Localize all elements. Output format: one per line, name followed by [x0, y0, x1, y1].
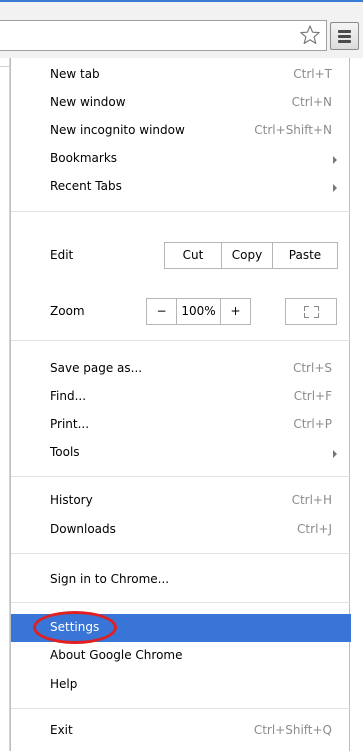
menu-item-shortcut: Ctrl+P: [293, 417, 332, 431]
zoom-out-button[interactable]: −: [147, 299, 177, 324]
page-divider: [0, 66, 10, 67]
menu-item-settings[interactable]: Settings: [11, 614, 351, 642]
menu-item-recent-tabs[interactable]: Recent Tabs: [11, 173, 351, 201]
menu-separator: [11, 602, 351, 603]
menu-item-label: New window: [50, 95, 126, 109]
menu-item-label: Downloads: [50, 522, 116, 536]
edit-button-group: Cut Copy Paste: [164, 242, 338, 269]
chrome-menu-button[interactable]: [330, 22, 359, 50]
submenu-arrow-icon: [333, 184, 337, 192]
menu-item-shortcut: Ctrl+H: [291, 493, 332, 507]
page-background: [0, 58, 10, 751]
menu-item-new-window[interactable]: New window Ctrl+N: [11, 89, 351, 117]
menu-separator: [11, 708, 351, 709]
menu-item-shortcut: Ctrl+F: [293, 389, 332, 403]
menu-item-save-page-as[interactable]: Save page as... Ctrl+S: [11, 355, 351, 383]
menu-item-label: Sign in to Chrome...: [50, 572, 170, 586]
menu-item-label: New incognito window: [50, 123, 185, 137]
menu-item-label: Bookmarks: [50, 151, 118, 165]
menu-separator: [11, 476, 351, 477]
menu-item-shortcut: Ctrl+J: [297, 522, 332, 536]
menu-item-print[interactable]: Print... Ctrl+P: [11, 411, 351, 439]
menu-item-label: New tab: [50, 67, 100, 81]
menu-item-label: Find...: [50, 389, 87, 403]
paste-button[interactable]: Paste: [273, 243, 337, 268]
cut-button[interactable]: Cut: [165, 243, 222, 268]
menu-separator: [11, 340, 351, 341]
menu-item-exit[interactable]: Exit Ctrl+Shift+Q: [11, 717, 351, 745]
menu-item-shortcut: Ctrl+N: [291, 95, 332, 109]
menu-separator: [11, 211, 351, 212]
zoom-label: Zoom: [50, 304, 85, 318]
menu-item-downloads[interactable]: Downloads Ctrl+J: [11, 516, 351, 544]
menu-item-label: Print...: [50, 417, 90, 431]
menu-item-bookmarks[interactable]: Bookmarks: [11, 145, 351, 173]
menu-item-shortcut: Ctrl+Shift+Q: [253, 723, 332, 737]
zoom-in-button[interactable]: +: [221, 299, 250, 324]
menu-item-label: Exit: [50, 723, 73, 737]
menu-item-label: Help: [50, 677, 78, 691]
menu-item-shortcut: Ctrl+T: [293, 67, 332, 81]
menu-separator: [11, 553, 351, 554]
menu-item-history[interactable]: History Ctrl+H: [11, 487, 351, 515]
menu-item-tools[interactable]: Tools: [11, 439, 351, 467]
edit-label: Edit: [50, 248, 74, 262]
menu-item-help[interactable]: Help: [11, 671, 351, 699]
menu-item-label: Save page as...: [50, 361, 143, 375]
menu-item-label: Tools: [50, 445, 80, 459]
chrome-menu: New tab Ctrl+T New window Ctrl+N New inc…: [10, 58, 351, 751]
menu-item-shortcut: Ctrl+S: [292, 361, 332, 375]
submenu-arrow-icon: [333, 450, 337, 458]
menu-item-label: About Google Chrome: [50, 648, 183, 662]
menu-item-label: Settings: [50, 620, 100, 634]
fullscreen-button[interactable]: [285, 298, 337, 325]
copy-button[interactable]: Copy: [222, 243, 273, 268]
menu-item-label: History: [50, 493, 93, 507]
menu-item-find[interactable]: Find... Ctrl+F: [11, 383, 351, 411]
page-background-right: [350, 58, 363, 751]
menu-item-sign-in[interactable]: Sign in to Chrome...: [11, 566, 351, 594]
menu-item-new-tab[interactable]: New tab Ctrl+T: [11, 61, 351, 89]
menu-item-label: Recent Tabs: [50, 179, 122, 193]
address-bar[interactable]: [0, 20, 327, 51]
zoom-controls: − 100% +: [146, 298, 251, 325]
submenu-arrow-icon: [333, 156, 337, 164]
menu-item-new-incognito-window[interactable]: New incognito window Ctrl+Shift+N: [11, 117, 351, 145]
menu-item-shortcut: Ctrl+Shift+N: [254, 123, 332, 137]
star-outline-icon[interactable]: [299, 24, 321, 46]
zoom-level-value: 100%: [177, 299, 221, 324]
menu-item-about-google-chrome[interactable]: About Google Chrome: [11, 642, 351, 670]
